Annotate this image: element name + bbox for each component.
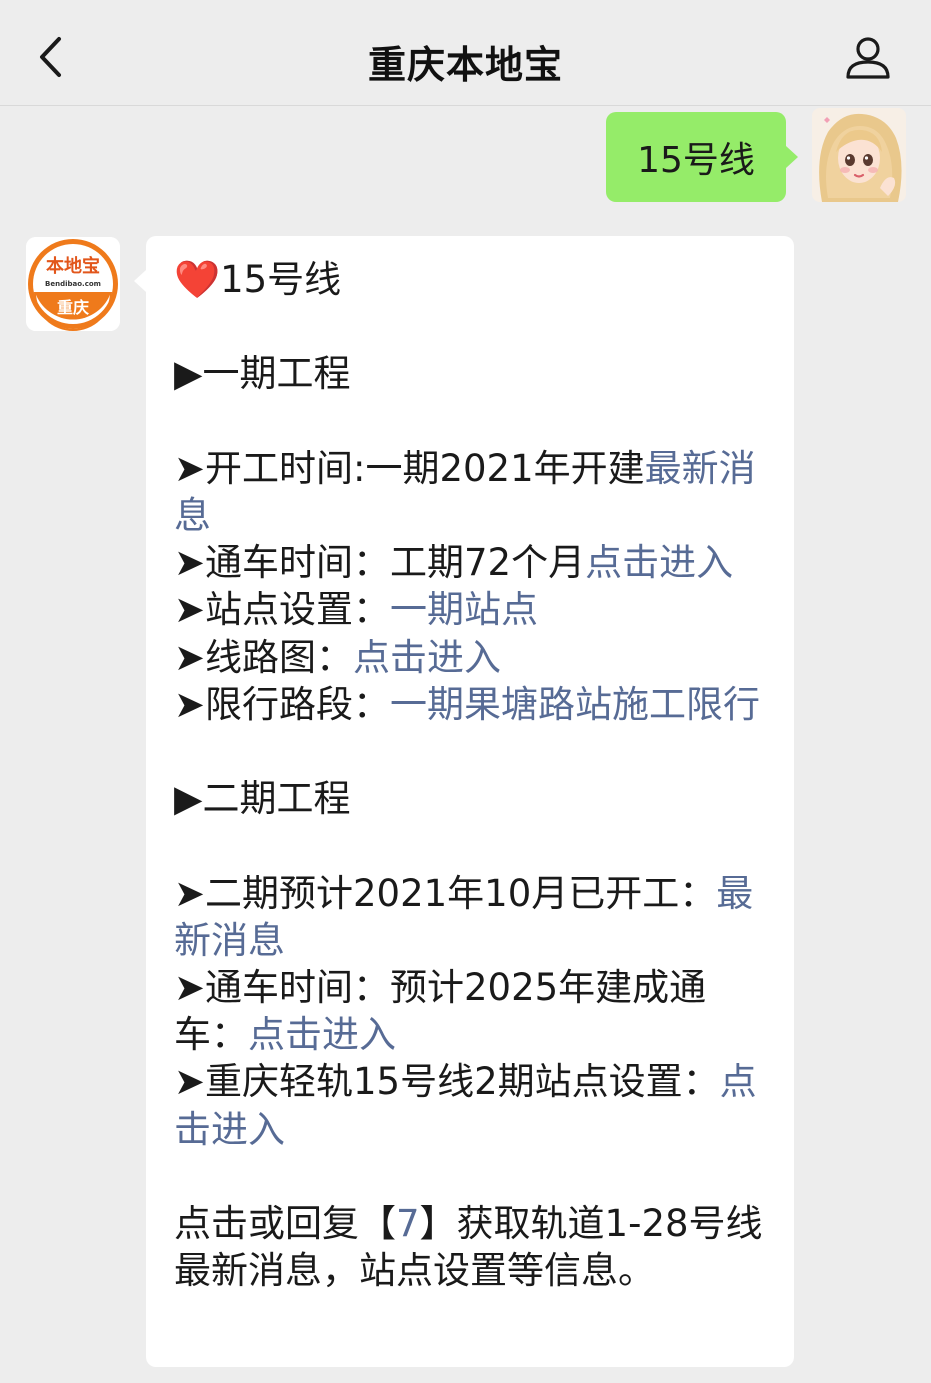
- phase1-map-line: ➤线路图：点击进入: [174, 634, 764, 681]
- logo-city-text: 重庆: [57, 298, 89, 317]
- phase2-open-link[interactable]: 点击进入: [248, 1013, 396, 1056]
- heart-icon: ❤️: [174, 258, 221, 301]
- phase1-stations-label: ➤站点设置：: [174, 588, 391, 632]
- phase1-restrict-line: ➤限行路段：一期果塘路站施工限行: [174, 681, 764, 728]
- profile-button[interactable]: [843, 34, 893, 82]
- phase2-title: ▶二期工程: [174, 777, 351, 821]
- phase1-open-label: ➤通车时间：工期72个月: [174, 541, 586, 585]
- phase1-map-label: ➤线路图：: [174, 635, 354, 679]
- phase1-open-line: ➤通车时间：工期72个月点击进入: [174, 539, 764, 586]
- phase1-start-label: ➤开工时间:一期2021年开建: [174, 446, 645, 490]
- logo-main-text: 本地宝: [46, 255, 100, 277]
- phase1-stations-link[interactable]: 一期站点: [390, 588, 538, 631]
- phase1-stations-line: ➤站点设置：一期站点: [174, 586, 764, 633]
- phase2-start-label: ➤二期预计2021年10月已开工：: [174, 871, 717, 915]
- phase2-open-line: ➤通车时间：预计2025年建成通车：点击进入: [174, 964, 764, 1058]
- footer-line: 点击或回复【7】获取轨道1-28号线最新消息，站点设置等信息。: [174, 1200, 764, 1294]
- bot-avatar[interactable]: 本地宝 Bendibao.com 重庆: [26, 237, 120, 331]
- user-avatar[interactable]: [812, 108, 906, 202]
- phase1-map-link[interactable]: 点击进入: [353, 636, 501, 679]
- phase1-start-line: ➤开工时间:一期2021年开建最新消息: [174, 445, 764, 539]
- phase1-restrict-label: ➤限行路段：: [174, 682, 391, 726]
- phase2-stations-label: ➤重庆轻轨15号线2期站点设置：: [174, 1060, 720, 1104]
- outgoing-message-text: 15号线: [637, 140, 755, 181]
- phase1-title: ▶一期工程: [174, 352, 351, 396]
- top-bar: 重庆本地宝: [0, 0, 931, 106]
- user-avatar-illustration: [812, 108, 906, 202]
- incoming-message-bubble[interactable]: ❤️15号线 ▶一期工程 ➤开工时间:一期2021年开建最新消息 ➤通车时间：工…: [134, 236, 794, 1367]
- outgoing-message-bubble[interactable]: 15号线: [606, 112, 798, 202]
- phase2-stations-line: ➤重庆轻轨15号线2期站点设置：点击进入: [174, 1058, 764, 1152]
- reply-code-link[interactable]: 7: [396, 1202, 420, 1245]
- chat-area[interactable]: 15号线 本地宝 Bendibao.com 重庆 ❤️15号线 ▶一期工程 ➤开…: [0, 106, 931, 1383]
- footer-before: 点击或回复【: [174, 1201, 396, 1245]
- phase2-start-line: ➤二期预计2021年10月已开工：最新消息: [174, 870, 764, 964]
- phase1-open-link[interactable]: 点击进入: [585, 541, 733, 584]
- chat-title: 重庆本地宝: [367, 43, 563, 87]
- phase1-restrict-link[interactable]: 一期果塘路站施工限行: [390, 683, 760, 726]
- reply-heading-line: ❤️15号线: [174, 256, 764, 303]
- logo-domain-text: Bendibao.com: [45, 280, 101, 288]
- reply-heading: 15号线: [220, 258, 342, 301]
- user-icon: [846, 37, 890, 79]
- bendibao-logo: 本地宝 Bendibao.com 重庆: [26, 237, 120, 331]
